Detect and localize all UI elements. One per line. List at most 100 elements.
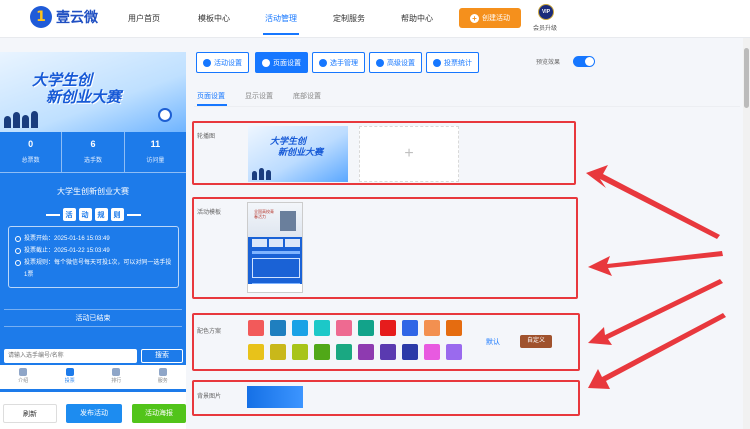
divider — [45, 213, 60, 216]
rules-char: 规 — [94, 208, 108, 221]
tab-advanced-settings[interactable]: 高级设置 — [369, 52, 422, 73]
event-name: 大学生创新创业大赛 — [57, 187, 129, 196]
preview-tab-ranking[interactable]: 排行 — [93, 365, 140, 389]
preview-tab-intro[interactable]: 介绍 — [0, 365, 47, 389]
banner-title-line1: 大学生创 — [32, 72, 93, 89]
rule-policy: 投票规则：每个微信号每天可投1次，可以对同一选手投1票 — [15, 257, 172, 281]
banner-title-line2: 新创业大赛 — [46, 89, 122, 106]
stat-value: 11 — [150, 139, 161, 149]
toggle-knob — [585, 57, 594, 66]
page-gear-icon — [262, 58, 270, 67]
sliders-icon — [376, 58, 384, 67]
target-icon — [158, 108, 172, 122]
rule-start: 投票开始：2025-01-16 15:03:49 — [15, 233, 172, 245]
preview-tabbar: 介绍 投票 排行 服务 — [0, 365, 186, 389]
toolbar-label: 投票统计 — [444, 59, 472, 67]
stat-label: 选手数 — [83, 158, 102, 164]
highlight-box-carousel — [192, 121, 576, 185]
refresh-button[interactable]: 刷新 — [3, 404, 57, 423]
rule-text: 投票截止：2025-01-22 15:03:49 — [24, 248, 110, 254]
rule-text: 投票开始：2025-01-16 15:03:49 — [24, 236, 110, 242]
document-icon — [19, 368, 28, 376]
info-icon — [15, 260, 21, 266]
logo[interactable]: 1 壹云微 — [30, 6, 98, 28]
highlight-box-template — [192, 197, 578, 299]
preview-tab-label: 介绍 — [18, 378, 29, 384]
brand-name: 壹云微 — [56, 9, 98, 25]
tab-contestant-management[interactable]: 选手管理 — [312, 52, 365, 73]
highlight-box-background — [192, 380, 580, 416]
activity-ended-bar: 活动已结束 — [4, 309, 182, 327]
people-silhouette-icon — [4, 110, 44, 128]
stat-value: 0 — [28, 139, 34, 149]
nav-item-templates[interactable]: 模板中心 — [198, 13, 230, 24]
mobile-preview: 大学生创 新创业大赛 0 总票数 6 选手数 11 访问量 大学生创新创业大赛 … — [0, 52, 186, 429]
annotation-arrows — [586, 165, 726, 389]
highlight-box-colors — [192, 313, 580, 371]
vip-upgrade-label[interactable]: 会员升级 — [533, 23, 557, 32]
users-icon — [319, 58, 327, 67]
stat-total-votes: 0 总票数 — [0, 132, 63, 172]
flag-icon — [65, 368, 74, 376]
preview-effect-label: 预览效果 — [536, 60, 561, 66]
nav-item-help[interactable]: 帮助中心 — [401, 13, 433, 24]
stat-label: 访问量 — [146, 158, 165, 164]
arrow-colors — [588, 279, 723, 345]
toolbar-label: 选手管理 — [330, 59, 358, 67]
preview-tab-label: 投票 — [64, 378, 75, 384]
nav-active-indicator — [263, 33, 299, 35]
arrow-background — [588, 313, 726, 389]
poster-button[interactable]: 活动海报 — [132, 404, 186, 423]
contestant-search-input[interactable] — [4, 349, 137, 363]
nav-item-home[interactable]: 用户首页 — [128, 13, 160, 24]
subtab-page-settings[interactable]: 页面设置 — [197, 91, 225, 101]
scrollbar[interactable] — [743, 38, 750, 429]
preview-banner: 大学生创 新创业大赛 — [0, 52, 186, 132]
clock-icon — [15, 236, 21, 242]
ranking-icon — [112, 368, 121, 376]
arrow-template — [588, 251, 723, 276]
vip-icon[interactable]: VIP — [538, 4, 554, 20]
stat-label: 总票数 — [21, 158, 40, 164]
plus-icon: + — [470, 13, 479, 23]
divider — [126, 213, 141, 216]
nav-item-custom[interactable]: 定制服务 — [333, 13, 365, 24]
contestant-search: 搜索 — [0, 349, 186, 365]
preview-effect-toggle[interactable] — [573, 56, 595, 67]
stat-contestants: 6 选手数 — [62, 132, 125, 172]
scrollbar-thumb[interactable] — [744, 48, 749, 108]
rules-char: 则 — [110, 208, 124, 221]
create-activity-label: 创建活动 — [482, 15, 510, 22]
toolbar-label: 活动设置 — [214, 59, 242, 67]
subtab-footer-settings[interactable]: 底部设置 — [293, 91, 321, 101]
logo-icon: 1 — [30, 6, 52, 28]
tab-page-settings[interactable]: 页面设置 — [255, 52, 308, 73]
rules-char: 动 — [78, 208, 92, 221]
publish-button[interactable]: 发布活动 — [66, 404, 122, 423]
preview-tab-label: 服务 — [157, 378, 168, 384]
tab-activity-settings[interactable]: 活动设置 — [196, 52, 249, 73]
action-bar: 刷新 发布活动 活动海报 — [0, 392, 186, 429]
stat-visits: 11 访问量 — [125, 132, 186, 172]
rules-char: 活 — [62, 208, 76, 221]
rule-text: 投票规则：每个微信号每天可投1次，可以对同一选手投1票 — [24, 260, 172, 278]
service-icon — [158, 368, 167, 376]
subtab-display-settings[interactable]: 显示设置 — [245, 91, 273, 101]
preview-tab-service[interactable]: 服务 — [140, 365, 187, 389]
preview-tab-label: 排行 — [111, 378, 122, 384]
preview-tab-vote[interactable]: 投票 — [47, 365, 94, 389]
divider — [0, 172, 186, 173]
stat-value: 6 — [90, 139, 96, 149]
bar-chart-icon — [433, 58, 441, 67]
nav-item-activities[interactable]: 活动管理 — [265, 13, 297, 24]
search-button[interactable]: 搜索 — [141, 349, 183, 363]
toolbar-label: 页面设置 — [273, 59, 301, 67]
rules-box: 投票开始：2025-01-16 15:03:49 投票截止：2025-01-22… — [8, 226, 179, 288]
stats-row: 0 总票数 6 选手数 11 访问量 — [0, 132, 186, 172]
arrow-carousel — [586, 165, 720, 239]
create-activity-button[interactable]: + 创建活动 — [459, 8, 521, 28]
toolbar-label: 高级设置 — [387, 59, 415, 67]
banner-title: 大学生创 新创业大赛 — [32, 72, 121, 106]
tab-vote-statistics[interactable]: 投票统计 — [426, 52, 479, 73]
clock-icon — [15, 248, 21, 254]
